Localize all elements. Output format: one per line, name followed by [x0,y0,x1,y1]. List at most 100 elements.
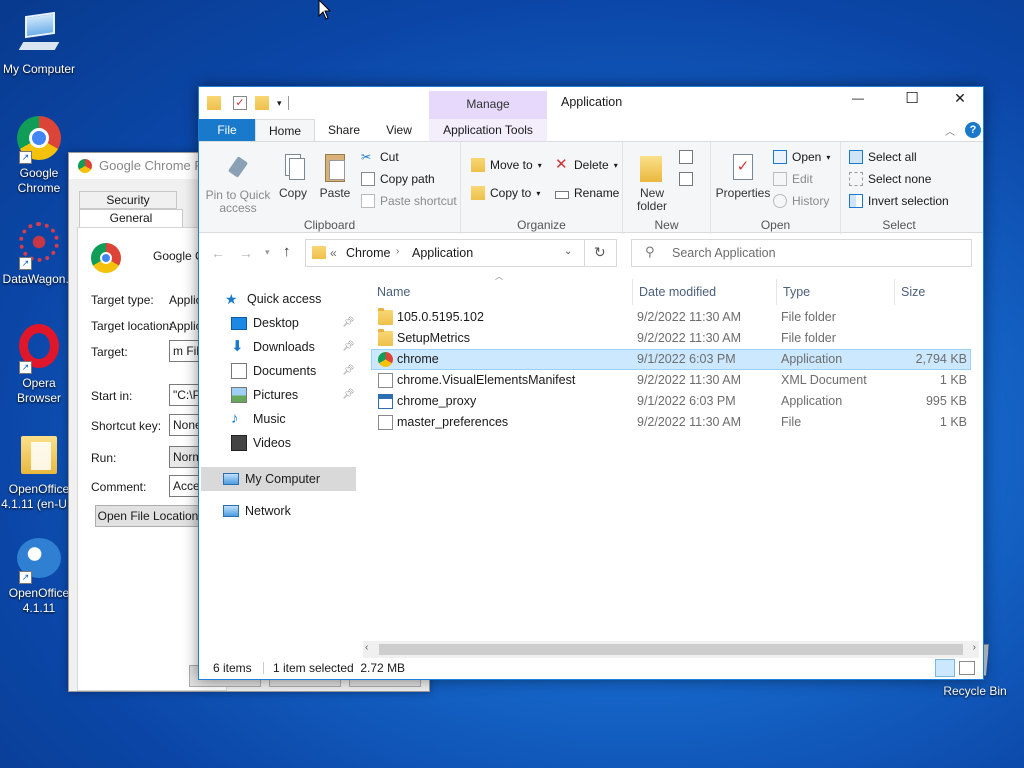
app-chrome-icon [91,243,121,273]
select-none-button[interactable]: Select none [849,172,931,186]
up-button[interactable]: ↑ [283,243,291,260]
tab-general[interactable]: General [79,209,183,228]
tab-home[interactable]: Home [255,119,315,142]
properties-check-icon[interactable]: ✓ [233,96,247,110]
scroll-right-icon[interactable]: › [973,642,976,653]
target-location-value: Applic [169,319,202,333]
refresh-icon[interactable]: ↻ [594,244,606,261]
close-button[interactable]: ✕ [937,90,983,107]
address-bar[interactable]: « Chrome › Application ⌄ ↻ [305,239,617,267]
tab-view[interactable]: View [375,119,423,141]
paste-shortcut-button[interactable]: Paste shortcut [361,194,457,208]
pin-icon[interactable]: 📌︎ [342,317,355,328]
nav-label: Videos [253,436,291,450]
shortcut-arrow-icon: ↗ [19,151,32,164]
chevron-down-icon[interactable]: ▾ [277,98,282,109]
minimize-button[interactable]: — [835,91,881,105]
scrollbar-thumb[interactable] [379,644,963,655]
desktop-icon-datawagon[interactable]: ↗ DataWagon... [0,220,78,287]
select-all-button[interactable]: Select all [849,150,917,164]
divider [287,96,289,110]
item-count: 6 items [213,661,252,675]
ribbon-tab-bar [199,119,983,141]
nav-my-computer[interactable]: My Computer [223,467,320,491]
tab-security[interactable]: Security [79,191,177,209]
back-button[interactable]: ← [211,245,225,261]
pin-quick-access-button[interactable]: Pin to Quick access [203,154,273,215]
breadcrumb-application[interactable]: Application [412,246,473,260]
history-button[interactable]: History [773,194,829,208]
new-item-icon[interactable] [679,150,693,164]
easy-access-icon[interactable] [679,172,693,186]
properties-button[interactable]: ✓ Properties [713,152,773,200]
nav-pictures[interactable]: Pictures [231,383,298,407]
column-header-type[interactable]: Type [777,279,895,305]
breadcrumb-separator-icon: › [396,246,400,257]
address-dropdown-icon[interactable]: ⌄ [564,246,572,257]
new-group-label: New [654,218,679,232]
nav-desktop[interactable]: Desktop [231,311,299,335]
scissors-icon: ✂ [361,150,372,164]
nav-music[interactable]: ♪ Music [231,407,286,431]
paste-button[interactable]: Paste [315,152,355,200]
shortcut-arrow-icon: ↗ [19,571,32,584]
copy-path-button[interactable]: Copy path [361,172,435,186]
tab-share[interactable]: Share [319,119,369,141]
copy-to-icon [471,186,485,200]
details-view-icon[interactable] [935,659,955,677]
pin-icon[interactable]: 📌︎ [342,341,355,352]
breadcrumb-chrome[interactable]: Chrome [346,246,390,260]
select-all-icon [849,150,863,164]
copy-to-button[interactable]: Copy to ▾ [471,186,540,200]
cut-button[interactable]: ✂ Cut [361,150,399,164]
file-row[interactable]: chrome_proxy 9/1/2022 6:03 PM Applicatio… [371,391,971,412]
comment-label: Comment: [91,480,147,494]
tab-file[interactable]: File [199,119,255,141]
desktop-icon-openoffice-folder[interactable]: OpenOffice 4.1.11 (en-U... [0,430,78,512]
file-row[interactable]: SetupMetrics 9/2/2022 11:30 AM File fold… [371,328,971,349]
open-file-location-button[interactable]: Open File Location [95,505,201,527]
nav-downloads[interactable]: ⬇ Downloads [231,335,315,359]
search-input[interactable]: Search Application [631,239,972,267]
open-button[interactable]: Open ▾ [773,150,830,164]
new-folder-button[interactable]: New folder [627,152,677,213]
help-icon[interactable]: ? [965,122,981,138]
rename-button[interactable]: Rename [555,186,619,200]
nav-documents[interactable]: Documents [231,359,316,383]
file-date: 9/2/2022 11:30 AM [637,331,742,345]
file-row[interactable]: 105.0.5195.102 9/2/2022 11:30 AM File fo… [371,307,971,328]
column-header-name[interactable]: Name [371,279,633,305]
desktop-icon-my-computer[interactable]: My Computer [0,10,78,77]
horizontal-scrollbar[interactable]: ‹ › [363,641,979,658]
copy-button[interactable]: Copy [275,152,311,200]
tab-application-tools[interactable]: Application Tools [429,119,547,141]
breadcrumb-overflow[interactable]: « [330,246,337,260]
delete-button[interactable]: ✕ Delete ▾ [555,157,618,172]
column-header-date[interactable]: Date modified [633,279,777,305]
file-row[interactable]: master_preferences 9/2/2022 11:30 AM Fil… [371,412,971,433]
pin-icon[interactable]: 📌︎ [342,389,355,400]
scroll-left-icon[interactable]: ‹ [365,642,368,653]
large-icons-view-icon[interactable] [959,661,975,675]
nav-quick-access[interactable]: ★ Quick access [225,287,321,311]
desktop-icon-openoffice[interactable]: ↗ OpenOffice 4.1.11 [0,534,78,616]
new-folder-icon[interactable] [255,96,269,110]
desktop-icon-google-chrome[interactable]: ↗ Google Chrome [0,114,78,196]
file-row[interactable]: chrome.VisualElementsManifest 9/2/2022 1… [371,370,971,391]
desktop-icon-opera[interactable]: ↗ Opera Browser [0,324,78,406]
recent-locations-button[interactable]: ▾ [265,247,270,258]
invert-selection-button[interactable]: Invert selection [849,194,949,208]
nav-network[interactable]: Network [223,499,291,523]
maximize-button[interactable]: ☐ [889,89,935,107]
file-row-selected[interactable]: chrome 9/1/2022 6:03 PM Application 2,79… [371,349,971,370]
nav-videos[interactable]: Videos [231,431,291,455]
organize-group-label: Organize [517,218,566,232]
forward-button[interactable]: → [239,245,253,261]
folder-icon[interactable] [207,96,221,110]
chrome-icon: ↗ [15,114,63,164]
move-to-button[interactable]: Move to ▾ [471,158,542,172]
collapse-ribbon-icon[interactable]: ︿ [945,123,955,138]
pin-icon[interactable]: 📌︎ [342,365,355,376]
column-header-size[interactable]: Size [895,279,971,305]
edit-button[interactable]: Edit [773,172,813,186]
